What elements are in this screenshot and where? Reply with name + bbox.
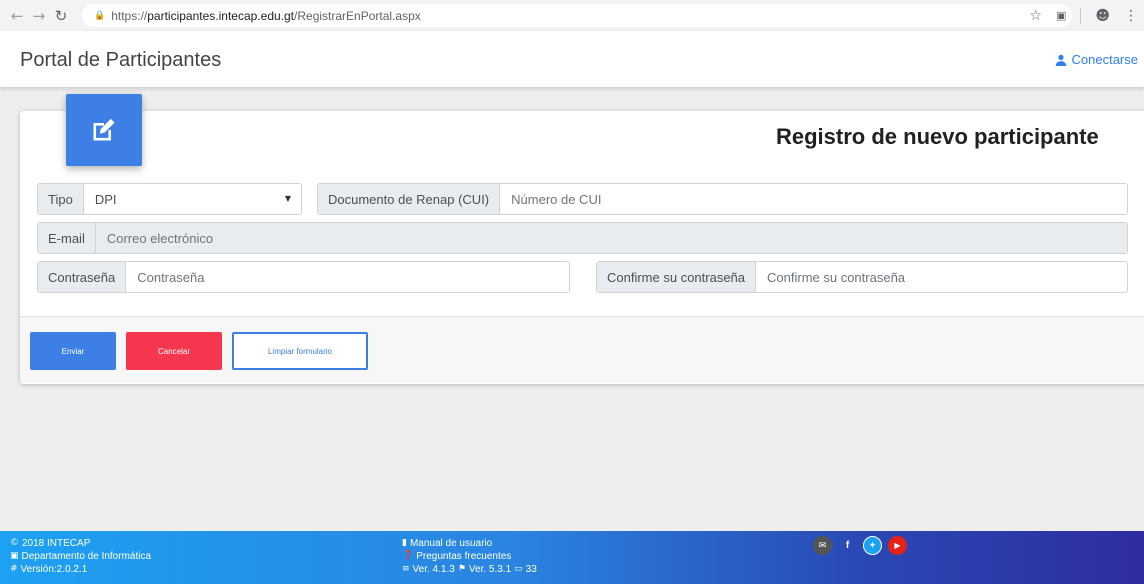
cast-icon[interactable]: ▣: [1056, 9, 1066, 22]
lock-icon: 🔒: [94, 10, 106, 21]
cancel-button[interactable]: Cancelar: [126, 332, 222, 370]
back-icon[interactable]: ←: [6, 7, 28, 25]
password-group: Contraseña Contraseña: [37, 261, 570, 293]
laptop-icon: ▣: [10, 551, 19, 561]
department-line: ▣ Departamento de Informática: [10, 550, 151, 563]
hash-icon: #: [10, 564, 18, 574]
clear-form-button[interactable]: Limpiar formulario: [232, 332, 368, 370]
css3-icon: ≡: [402, 564, 410, 574]
book-icon: ▮: [402, 538, 407, 548]
site-footer: © 2018 INTECAP ▣ Departamento de Informáti…: [0, 531, 1144, 584]
password-field[interactable]: Contraseña: [126, 262, 569, 292]
app-navbar: Portal de Participantes Conectarse: [0, 31, 1144, 87]
edit-icon: [93, 118, 115, 141]
url-scheme: https://: [111, 8, 148, 23]
brand-title[interactable]: Portal de Participantes: [20, 49, 221, 72]
twitter-icon[interactable]: ✦: [863, 536, 882, 555]
menu-icon[interactable]: ⋮: [1124, 8, 1138, 24]
send-button[interactable]: Enviar: [30, 332, 116, 370]
department-text: Departamento de Informática: [21, 551, 152, 562]
mail-icon[interactable]: ✉: [813, 536, 832, 555]
footer-info: © 2018 INTECAP ▣ Departamento de Informáti…: [10, 537, 151, 576]
tipo-value: DPI: [94, 191, 117, 207]
tipo-group: Tipo DPI ▼: [37, 183, 302, 215]
card-header-badge: [66, 94, 142, 166]
password-label: Contraseña: [38, 262, 127, 292]
connect-label: Conectarse: [1071, 52, 1138, 67]
email-field[interactable]: Correo electrónico: [95, 223, 1127, 253]
confirm-password-field[interactable]: Confirme su contraseña: [756, 262, 1127, 292]
copyright-line: © 2018 INTECAP: [10, 537, 151, 550]
user-icon: [1055, 54, 1066, 66]
comment-icon: ▭: [514, 564, 523, 574]
confirm-password-group: Confirme su contraseña Confirme su contr…: [596, 261, 1128, 293]
forward-icon[interactable]: →: [28, 7, 50, 25]
url-host: participantes.intecap.edu.gt: [147, 8, 295, 23]
chevron-down-icon: ▼: [284, 194, 291, 203]
ver-a-text: Ver. 4.1.3: [412, 564, 455, 575]
faq-link[interactable]: ❓ Preguntas frecuentes: [402, 550, 537, 563]
connect-link[interactable]: Conectarse: [1055, 52, 1138, 67]
browser-toolbar: ← → ↻ 🔒 https://participantes.intecap.ed…: [0, 0, 1144, 31]
manual-link[interactable]: ▮ Manual de usuario: [402, 537, 537, 550]
confirm-password-label: Confirme su contraseña: [597, 262, 757, 292]
versions-line: ≡ Ver. 4.1.3 ⚑ Ver. 5.3.1 ▭ 33: [402, 563, 537, 576]
version-text: Versión:2.0.2.1: [20, 564, 88, 575]
footer-links: ▮ Manual de usuario ❓ Preguntas frecuentes…: [402, 537, 537, 576]
url-path: /RegistrarEnPortal.aspx: [294, 8, 421, 23]
profile-icon[interactable]: ☻: [1095, 8, 1110, 24]
email-label: E-mail: [38, 223, 96, 253]
cui-group: Documento de Renap (CUI) Número de CUI: [317, 183, 1128, 215]
reload-icon[interactable]: ↻: [50, 7, 72, 25]
faq-text: Preguntas frecuentes: [416, 551, 512, 562]
facebook-icon[interactable]: f: [838, 536, 857, 555]
ver-b-text: Ver. 5.3.1: [468, 564, 512, 575]
copyright-text: 2018 INTECAP: [22, 538, 91, 549]
question-icon: ❓: [402, 551, 414, 561]
social-links: ✉ f ✦ ▶: [813, 536, 907, 555]
flag-icon: ⚑: [457, 564, 466, 574]
toolbar-divider: [1080, 7, 1082, 24]
tipo-label: Tipo: [38, 184, 84, 214]
bookmark-star-icon[interactable]: ☆: [1029, 8, 1042, 24]
address-bar[interactable]: 🔒 https://participantes.intecap.edu.gt/R…: [82, 4, 1072, 27]
youtube-icon[interactable]: ▶: [888, 536, 907, 555]
email-group: E-mail Correo electrónico: [37, 222, 1128, 254]
cui-label: Documento de Renap (CUI): [318, 184, 501, 214]
form-title: Registro de nuevo participante: [776, 124, 1099, 149]
tipo-select[interactable]: DPI ▼: [84, 184, 301, 214]
copyright-icon: ©: [10, 538, 19, 548]
manual-text: Manual de usuario: [409, 538, 493, 549]
count-text: 33: [525, 564, 537, 575]
cui-input[interactable]: Número de CUI: [500, 184, 1127, 214]
version-line: # Versión:2.0.2.1: [10, 563, 151, 576]
